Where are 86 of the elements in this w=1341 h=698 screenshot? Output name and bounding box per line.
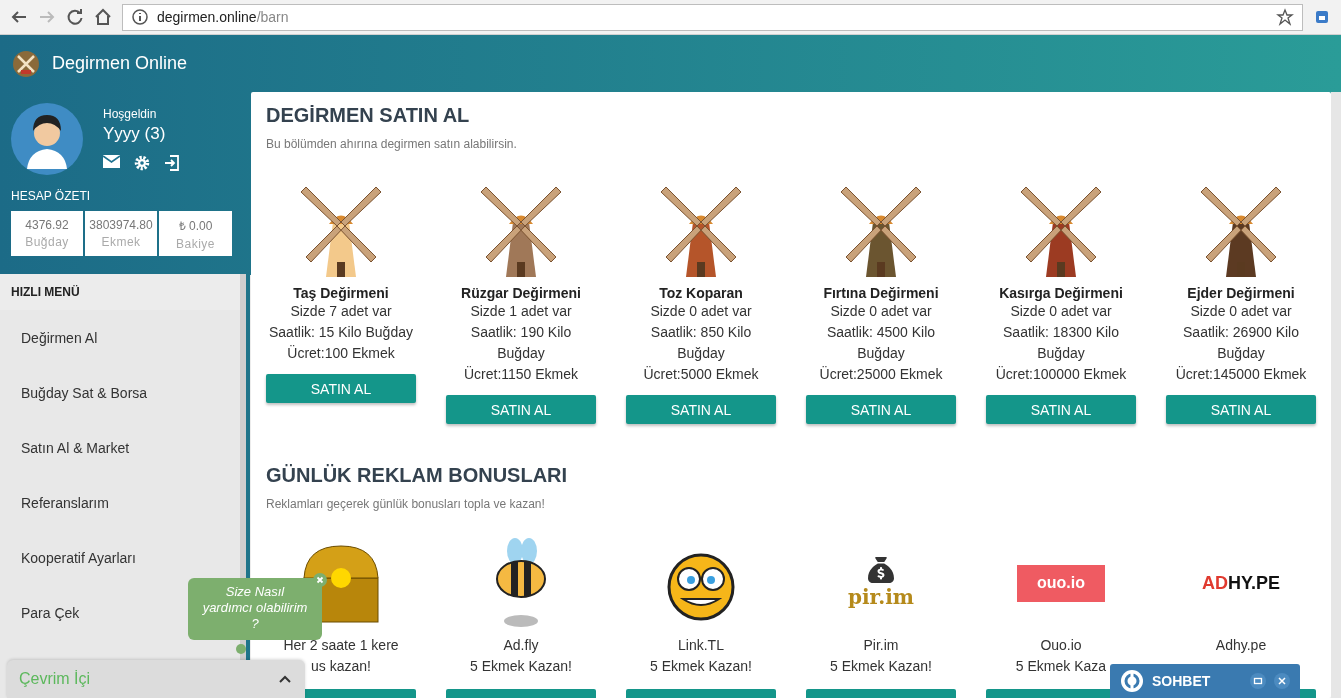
bonus-text: 5 Ekmek Kazan! — [470, 657, 572, 676]
stat-label: Bakiye — [176, 236, 215, 251]
bonus-text: Her 2 saate 1 kere — [283, 636, 399, 655]
stat-value: ₺ 0.00 — [178, 217, 213, 234]
greeting-text: Hoşgeldin — [103, 107, 158, 121]
close-icon[interactable] — [313, 573, 327, 587]
brand-logo: ouo.io — [1017, 564, 1105, 602]
help-text: Size Nasıl yardımcı olabilirim ? — [202, 584, 308, 631]
bonus-text: Link.TL — [678, 636, 724, 655]
sidebar-item[interactable]: Satın Al & Market — [0, 420, 240, 475]
bonus-text: 5 Ekmek Kazan! — [830, 657, 932, 676]
avatar — [11, 103, 83, 175]
minimize-icon[interactable] — [1250, 673, 1266, 689]
section-title: DEGİRMEN SATIN AL — [266, 104, 471, 127]
mail-icon[interactable] — [103, 155, 120, 168]
owned-count: Sizde 7 adet var — [290, 302, 392, 321]
mill-price: Ücret:100000 Ekmek — [995, 365, 1127, 384]
owned-count: Sizde 0 adet var — [1190, 302, 1292, 321]
reload-icon[interactable] — [66, 8, 84, 26]
buy-button[interactable]: SATIN AL — [1166, 395, 1316, 424]
menu-title: HIZLI MENÜ — [0, 274, 240, 310]
bonus-text: us kazan! — [311, 657, 371, 676]
mill-name: Rüzgar Değirmeni — [461, 285, 581, 301]
stat-label: Buğday — [25, 235, 69, 249]
mill-price: Ücret:5000 Ekmek — [643, 365, 759, 384]
sidebar-item[interactable]: Buğday Sat & Borsa — [0, 365, 240, 420]
address-bar[interactable]: degirmen.online/barn — [122, 3, 1303, 31]
bonus-text: Pir.im — [863, 636, 899, 655]
stat-value: 4376.92 — [25, 218, 69, 232]
home-icon[interactable] — [94, 8, 112, 26]
mill-price: Ücret:145000 Ekmek — [1175, 365, 1307, 384]
chevron-up-icon[interactable] — [279, 675, 291, 683]
buy-button[interactable]: SATIN AL — [446, 395, 596, 424]
production-rate: Saatlik: 4500 Kilo Buğday — [825, 323, 937, 363]
brand-logo: ADHY.PE — [1202, 572, 1280, 594]
url-text: degirmen.online/barn — [157, 9, 289, 25]
mill-price: Ücret:100 Ekmek — [287, 344, 395, 363]
star-icon[interactable] — [1276, 8, 1294, 26]
section-subtitle: Reklamları geçerek günlük bonusları topla ve kazan! — [266, 497, 546, 511]
mill-price: Ücret:25000 Ekmek — [819, 365, 943, 384]
username: Yyyy (3) — [103, 124, 167, 144]
chat-title: SOHBET — [1152, 673, 1211, 689]
brand-logo: pir.im — [848, 585, 914, 609]
buy-button[interactable]: SATIN AL — [986, 395, 1136, 424]
owned-count: Sizde 0 adet var — [1010, 302, 1112, 321]
mill-name: Fırtına Değirmeni — [823, 285, 939, 301]
chat-logo-icon — [1120, 669, 1144, 693]
production-rate: Saatlik: 190 Kilo Buğday — [469, 323, 573, 363]
money-bag-icon — [868, 557, 894, 583]
sidebar-item[interactable]: Referanslarım — [0, 475, 240, 530]
production-rate: Saatlik: 850 Kilo Buğday — [649, 323, 753, 363]
buy-button[interactable]: SATIN AL — [806, 395, 956, 424]
buy-button[interactable]: SATIN AL — [626, 395, 776, 424]
sidebar-item[interactable]: Değirmen Al — [0, 310, 240, 365]
mill-name: Taş Değirmeni — [293, 285, 389, 301]
site-title: Degirmen Online — [52, 53, 188, 74]
production-rate: Saatlik: 15 Kilo Buğday — [269, 323, 413, 342]
bonus-text: 5 Ekmek Kazan! — [650, 657, 752, 676]
online-label: Çevrim İçi — [19, 670, 91, 688]
section-subtitle: Bu bölümden ahırına degirmen satın alabilirsin. — [266, 137, 518, 151]
logout-icon[interactable] — [164, 155, 180, 171]
sidebar-item[interactable]: Kooperatif Ayarları — [0, 530, 240, 585]
owned-count: Sizde 1 adet var — [470, 302, 572, 321]
bonus-text: Ad.fly — [503, 636, 539, 655]
owned-count: Sizde 0 adet var — [650, 302, 752, 321]
stat-value: 3803974.80 — [89, 218, 153, 232]
mill-name: Kasırga Değirmeni — [999, 285, 1123, 301]
buy-button[interactable]: SATIN AL — [266, 374, 416, 403]
chat-dialog[interactable]: SOHBET — [1110, 664, 1300, 698]
extension-icon[interactable] — [1313, 8, 1331, 26]
production-rate: Saatlik: 26900 Kilo Buğday — [1182, 323, 1300, 363]
bonus-text: Ouo.io — [1040, 636, 1082, 655]
mill-price: Ücret:1150 Ekmek — [463, 365, 579, 384]
mill-name: Ejder Değirmeni — [1187, 285, 1295, 301]
bonus-text: Adhy.pe — [1215, 636, 1267, 655]
info-icon[interactable] — [131, 8, 149, 26]
bonus-text: 5 Ekmek Kaza — [1015, 657, 1107, 676]
close-icon[interactable] — [1274, 673, 1290, 689]
owned-count: Sizde 0 adet var — [830, 302, 932, 321]
mill-name: Toz Koparan — [659, 285, 743, 301]
stat-label: Ekmek — [101, 235, 141, 249]
section-title: GÜNLÜK REKLAM BONUSLARI — [266, 464, 569, 487]
windmill-emblem-icon — [12, 49, 40, 78]
production-rate: Saatlik: 18300 Kilo Buğday — [1002, 323, 1120, 363]
summary-title: HESAP ÖZETI — [10, 188, 92, 205]
settings-icon[interactable] — [134, 155, 150, 171]
